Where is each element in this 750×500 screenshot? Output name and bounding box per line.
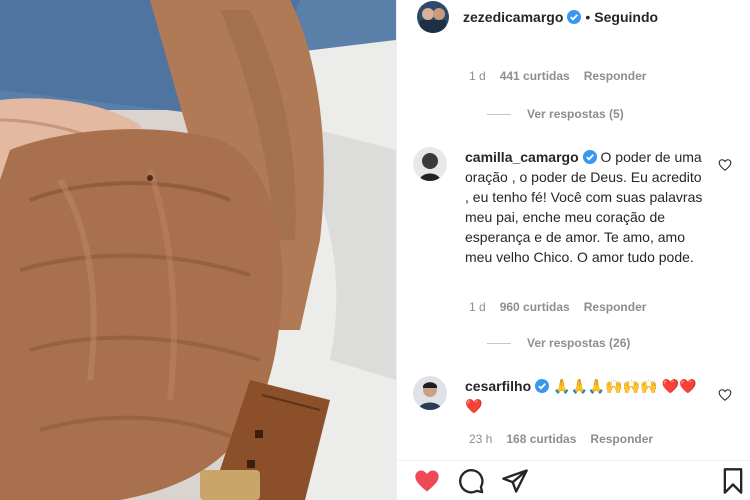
comment-likes[interactable]: 960 curtidas	[500, 300, 570, 314]
comment-text: O poder de uma oração , o poder de Deus.…	[465, 149, 703, 265]
comment-item: cesarfilho 🙏🙏🙏🙌🙌🙌 ❤️❤️❤️	[413, 376, 733, 416]
bookmark-icon[interactable]	[719, 467, 747, 495]
post-photo[interactable]	[0, 0, 396, 500]
following-button[interactable]: Seguindo	[594, 9, 658, 25]
post-image	[0, 0, 396, 500]
reply-button[interactable]: Responder	[584, 300, 647, 314]
comments-panel: zezedicamargo • Seguindo 1 d 441 curtida…	[396, 0, 750, 500]
divider-line	[487, 113, 511, 115]
comment-meta: 1 d 960 curtidas Responder	[469, 300, 646, 314]
comment-time[interactable]: 1 d	[469, 300, 486, 314]
comment-body: camilla_camargo O poder de uma oração , …	[465, 147, 705, 267]
comment-body: cesarfilho 🙏🙏🙏🙌🙌🙌 ❤️❤️❤️	[465, 376, 705, 416]
separator-dot: •	[585, 9, 591, 25]
commenter-avatar[interactable]	[413, 376, 447, 410]
view-replies-button[interactable]: Ver respostas (5)	[487, 107, 624, 121]
verified-badge-icon	[567, 10, 582, 24]
author-username[interactable]: zezedicamargo	[463, 9, 563, 25]
commenter-username[interactable]: camilla_camargo	[465, 149, 579, 165]
commenter-avatar[interactable]	[413, 147, 447, 181]
heart-filled-icon[interactable]	[413, 467, 441, 495]
author-avatar[interactable]	[417, 1, 449, 33]
commenter-username[interactable]: cesarfilho	[465, 378, 531, 394]
heart-outline-icon[interactable]	[718, 158, 732, 172]
post-header: zezedicamargo • Seguindo	[397, 0, 750, 34]
divider-line	[487, 342, 511, 344]
comment-time[interactable]: 1 d	[469, 69, 486, 83]
comment-likes[interactable]: 168 curtidas	[506, 432, 576, 446]
view-replies-label: Ver respostas (5)	[527, 107, 624, 121]
view-replies-button[interactable]: Ver respostas (26)	[487, 336, 630, 350]
comment-icon[interactable]	[457, 467, 485, 495]
comment-meta: 23 h 168 curtidas Responder	[469, 432, 653, 446]
comment-meta: 1 d 441 curtidas Responder	[469, 69, 646, 83]
paper-plane-icon[interactable]	[501, 467, 529, 495]
verified-badge-icon	[535, 379, 550, 393]
comment-item: camilla_camargo O poder de uma oração , …	[413, 147, 733, 267]
view-replies-label: Ver respostas (26)	[527, 336, 631, 350]
comment-likes[interactable]: 441 curtidas	[500, 69, 570, 83]
action-bar	[397, 460, 750, 500]
reply-button[interactable]: Responder	[584, 69, 647, 83]
reply-button[interactable]: Responder	[590, 432, 653, 446]
verified-badge-icon	[582, 150, 597, 164]
heart-outline-icon[interactable]	[718, 388, 732, 402]
comment-time[interactable]: 23 h	[469, 432, 492, 446]
